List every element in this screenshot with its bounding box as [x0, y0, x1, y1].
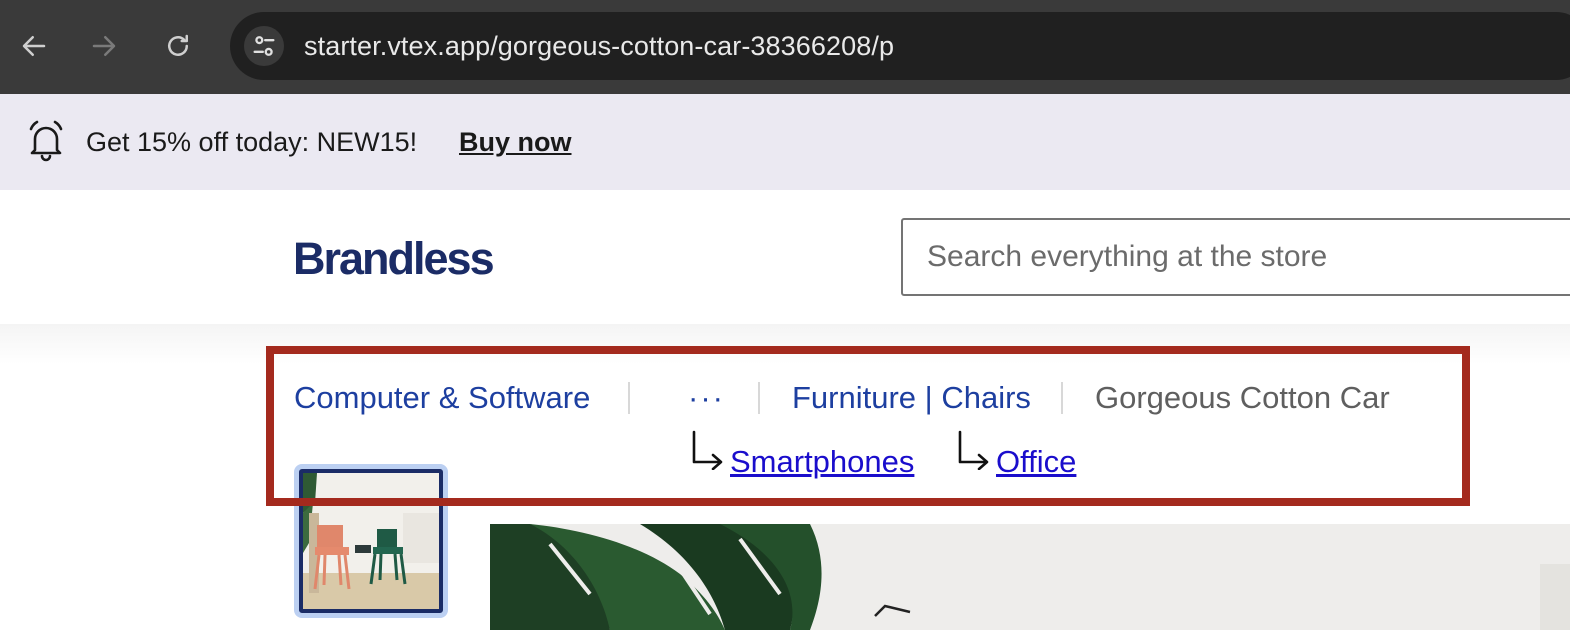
store-header: Brandless — [0, 190, 1570, 324]
browser-toolbar: starter.vtex.app/gorgeous-cotton-car-383… — [0, 0, 1570, 94]
product-thumbnail[interactable] — [294, 464, 448, 618]
breadcrumb-furniture-chairs[interactable]: Furniture | Chairs — [792, 378, 1031, 418]
buy-now-link[interactable]: Buy now — [459, 124, 572, 160]
breadcrumb-computer-software[interactable]: Computer & Software — [294, 378, 590, 418]
breadcrumb-divider — [1061, 382, 1063, 414]
promo-bar: Get 15% off today: NEW15! Buy now — [0, 94, 1570, 190]
breadcrumb-divider — [628, 382, 630, 414]
brand-logo[interactable]: Brandless — [293, 234, 495, 284]
site-info-button[interactable] — [244, 26, 284, 66]
breadcrumb-divider — [758, 382, 760, 414]
search-input[interactable] — [901, 218, 1570, 296]
breadcrumb-smartphones-link[interactable]: Smartphones — [730, 442, 914, 482]
arrow-right-icon — [92, 36, 116, 56]
corner-down-right-icon — [958, 430, 989, 470]
product-main-image[interactable] — [490, 524, 1570, 630]
reload-button[interactable] — [154, 22, 202, 70]
forward-button[interactable] — [80, 22, 128, 70]
promo-text: Get 15% off today: NEW15! — [86, 127, 418, 157]
arrow-left-icon — [22, 36, 46, 56]
tune-icon — [253, 36, 275, 56]
chairs-thumbnail-picture — [303, 473, 439, 609]
corner-down-right-icon — [692, 430, 723, 470]
bell-icon — [29, 120, 63, 162]
url-text[interactable]: starter.vtex.app/gorgeous-cotton-car-383… — [304, 28, 894, 64]
thumbnail-image — [299, 469, 443, 613]
back-button[interactable] — [10, 22, 58, 70]
monstera-plant-picture — [490, 524, 1570, 630]
reload-icon — [168, 34, 188, 56]
breadcrumb-office-link[interactable]: Office — [996, 442, 1076, 482]
breadcrumb-current-product: Gorgeous Cotton Car — [1095, 380, 1390, 415]
breadcrumb-ellipsis[interactable]: ··· — [688, 378, 725, 418]
